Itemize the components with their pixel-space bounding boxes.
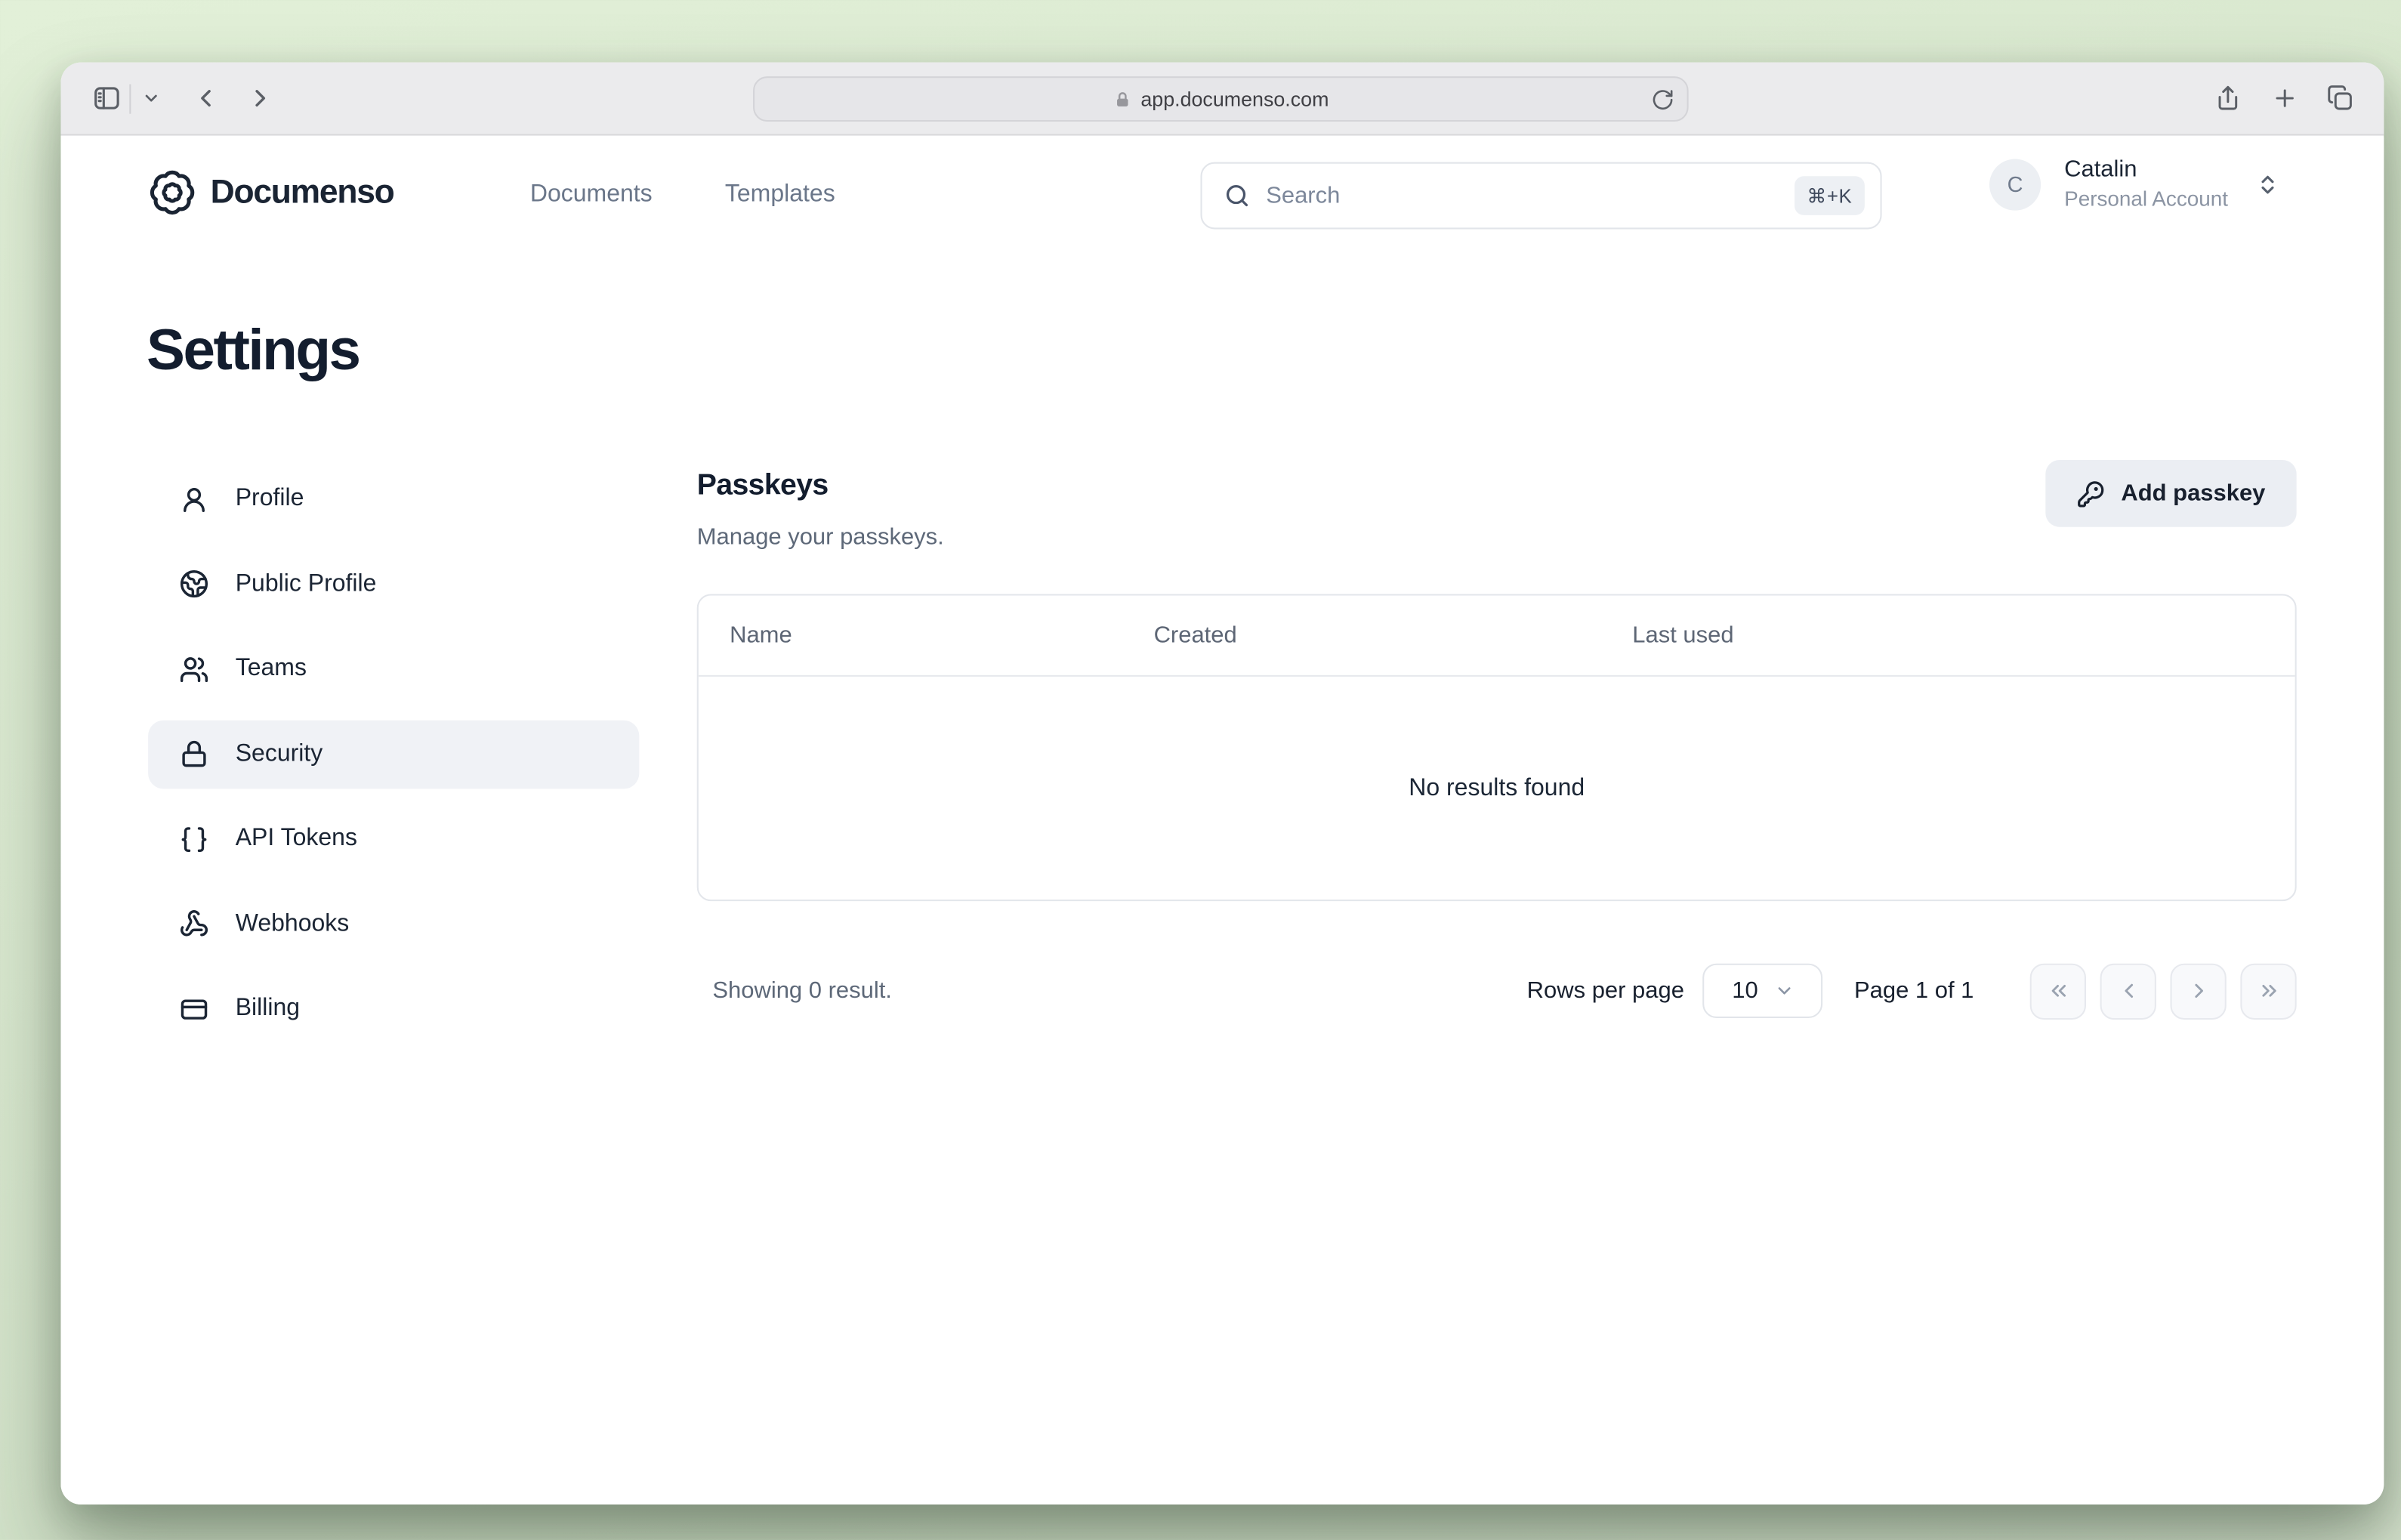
braces-icon xyxy=(179,824,208,853)
page-status: Page 1 of 1 xyxy=(1854,977,1974,1004)
sidebar-item-label: Billing xyxy=(236,995,300,1023)
empty-state-text: No results found xyxy=(699,677,2295,901)
documenso-logo-icon xyxy=(148,168,196,217)
rows-per-page-select[interactable]: 10 xyxy=(1703,964,1823,1018)
tab-overview-icon[interactable] xyxy=(2326,84,2354,112)
search-icon xyxy=(1224,183,1250,209)
avatar: C xyxy=(1989,159,2041,210)
chevrons-up-down-icon xyxy=(2256,173,2279,196)
forward-button[interactable] xyxy=(246,84,274,112)
pagination-next-button[interactable] xyxy=(2170,963,2226,1019)
search-box[interactable]: ⌘+K xyxy=(1200,162,1881,230)
pagination xyxy=(2030,963,2297,1019)
sidebar-item-webhooks[interactable]: Webhooks xyxy=(148,890,639,958)
reload-icon[interactable] xyxy=(1651,88,1674,111)
rows-per-page-label: Rows per page xyxy=(1527,977,1684,1004)
lock-icon xyxy=(1113,90,1131,109)
sidebar-item-label: Profile xyxy=(236,485,304,513)
chevron-down-icon xyxy=(1773,980,1794,1001)
sidebar-item-label: Webhooks xyxy=(236,910,350,938)
desktop-background: app.documenso.com xyxy=(0,0,2401,1540)
pagination-last-button[interactable] xyxy=(2240,963,2296,1019)
sidebar-item-security[interactable]: Security xyxy=(148,720,639,789)
chevrons-right-icon xyxy=(2257,979,2280,1002)
share-icon[interactable] xyxy=(2214,84,2242,112)
column-header-name: Name xyxy=(699,622,1122,649)
url-text: app.documenso.com xyxy=(1140,88,1329,111)
address-bar[interactable]: app.documenso.com xyxy=(753,76,1689,122)
rows-per-page-value: 10 xyxy=(1732,977,1758,1004)
brand[interactable]: Documenso xyxy=(148,168,393,217)
passkeys-section: Passkeys Manage your passkeys. Add passk… xyxy=(697,469,2297,1155)
pagination-first-button[interactable] xyxy=(2030,963,2086,1019)
table-footer: Showing 0 result. Rows per page 10 Page … xyxy=(697,962,2297,1020)
browser-window: app.documenso.com xyxy=(61,63,2384,1505)
lock-icon xyxy=(179,739,208,768)
nav-documents[interactable]: Documents xyxy=(530,181,653,208)
nav-templates[interactable]: Templates xyxy=(725,181,835,208)
new-tab-icon[interactable] xyxy=(2272,85,2298,112)
sidebar-item-label: Public Profile xyxy=(236,569,377,597)
account-type: Personal Account xyxy=(2064,187,2228,213)
user-icon xyxy=(179,484,208,514)
passkeys-table: Name Created Last used No results found xyxy=(697,594,2297,901)
chevron-left-icon xyxy=(2116,979,2140,1002)
search-shortcut-badge: ⌘+K xyxy=(1795,176,1865,215)
sidebar-item-label: Teams xyxy=(236,655,307,683)
column-header-created: Created xyxy=(1122,622,1601,649)
column-header-last-used: Last used xyxy=(1601,622,2295,649)
brand-wordmark: Documenso xyxy=(211,173,394,212)
account-menu[interactable]: C Catalin Personal Account xyxy=(1989,156,2279,213)
globe-icon xyxy=(179,569,208,598)
search-input[interactable] xyxy=(1251,183,1795,209)
back-button[interactable] xyxy=(192,84,220,112)
sidebar-item-api-tokens[interactable]: API Tokens xyxy=(148,804,639,873)
toolbar-divider xyxy=(129,84,131,113)
sidebar-item-billing[interactable]: Billing xyxy=(148,974,639,1043)
section-subtitle: Manage your passkeys. xyxy=(697,524,2297,551)
sidebar-item-teams[interactable]: Teams xyxy=(148,634,639,703)
page-title: Settings xyxy=(147,318,359,384)
page-content: Documenso Documents Templates ⌘+K C Cata… xyxy=(61,137,2384,1505)
key-icon xyxy=(2078,480,2106,508)
account-name: Catalin xyxy=(2064,156,2228,185)
results-summary: Showing 0 result. xyxy=(697,977,892,1004)
sidebar-item-public-profile[interactable]: Public Profile xyxy=(148,550,639,619)
chevrons-left-icon xyxy=(2046,979,2069,1002)
app-header: Documenso Documents Templates ⌘+K C Cata… xyxy=(61,137,2384,256)
pagination-prev-button[interactable] xyxy=(2100,963,2156,1019)
table-header-row: Name Created Last used xyxy=(699,596,2295,677)
webhook-icon xyxy=(179,909,208,938)
toolbar-chevron-down-icon[interactable] xyxy=(142,89,161,108)
users-icon xyxy=(179,654,208,684)
add-passkey-label: Add passkey xyxy=(2121,480,2265,507)
add-passkey-button[interactable]: Add passkey xyxy=(2046,460,2296,527)
sidebar-toggle-icon[interactable] xyxy=(92,83,122,113)
sidebar-item-label: API Tokens xyxy=(236,825,357,853)
chevron-right-icon xyxy=(2187,979,2210,1002)
settings-nav: Profile Public Profile Teams Security AP… xyxy=(148,464,639,1060)
sidebar-item-profile[interactable]: Profile xyxy=(148,464,639,533)
sidebar-item-label: Security xyxy=(236,740,323,768)
credit-card-icon xyxy=(179,994,208,1023)
browser-toolbar: app.documenso.com xyxy=(61,63,2384,136)
